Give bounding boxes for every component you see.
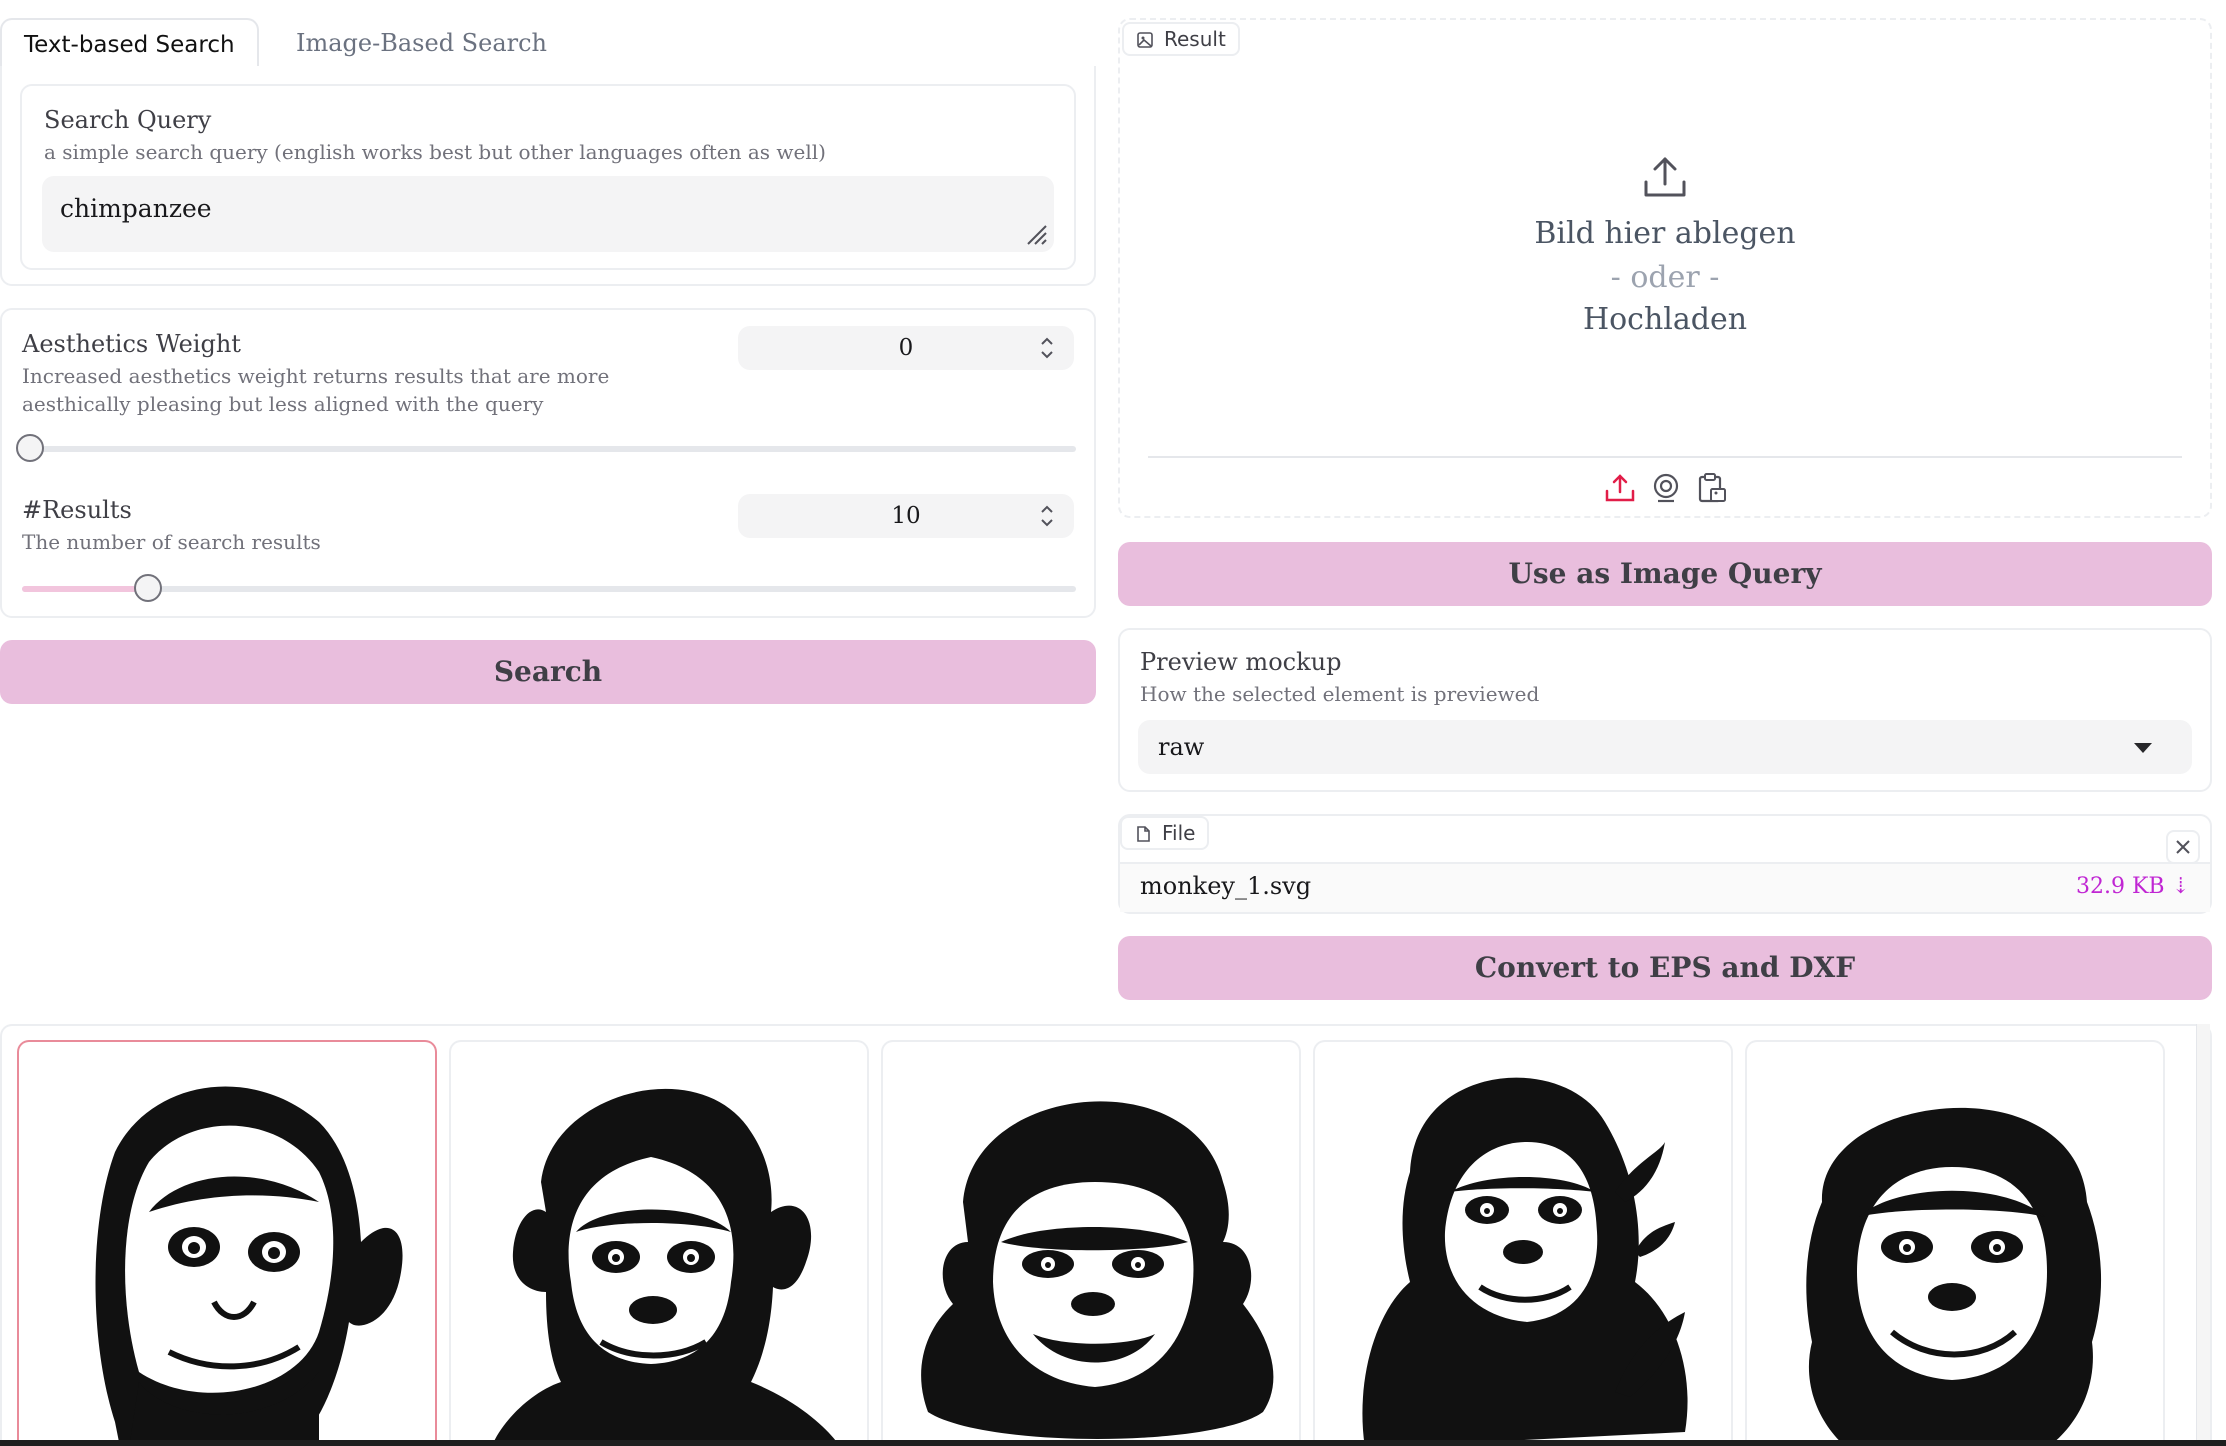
aesthetics-info: Increased aesthetics weight returns resu…	[22, 364, 610, 416]
convert-eps-dxf-button[interactable]: Convert to EPS and DXF	[1118, 936, 2212, 1000]
aesthetics-value: 0	[898, 335, 914, 361]
gallery-scrollbar[interactable]	[2196, 1024, 2210, 1446]
chimpanzee-image	[1806, 1107, 2102, 1446]
result-label: Result	[1164, 27, 1226, 51]
aesthetics-label: Aesthetics Weight	[22, 330, 241, 358]
result-upload-area[interactable]: Result Bild hier ablegen - oder - Hochla…	[1118, 18, 2212, 518]
tab-image-search[interactable]: Image-Based Search	[274, 18, 569, 68]
tab-bar: Text-based Search Image-Based Search	[0, 18, 1096, 70]
upload-source-icon[interactable]	[1604, 472, 1636, 504]
result-label-badge: Result	[1122, 22, 1240, 56]
file-label-badge: File	[1120, 816, 1210, 850]
chimpanzee-image	[491, 1088, 840, 1446]
chimpanzee-image	[1362, 1077, 1688, 1446]
results-number-input[interactable]: 10	[738, 494, 1074, 538]
results-value: 10	[891, 503, 921, 529]
gallery-item-2[interactable]	[449, 1040, 869, 1446]
search-query-info: a simple search query (english works bes…	[44, 140, 826, 164]
results-slider-thumb[interactable]	[134, 574, 163, 602]
clear-file-button[interactable]	[2166, 830, 2200, 864]
use-as-image-query-button[interactable]: Use as Image Query	[1118, 542, 2212, 606]
chevron-down-icon	[2134, 743, 2152, 753]
tab-text-search[interactable]: Text-based Search	[0, 18, 259, 70]
search-button[interactable]: Search	[0, 640, 1096, 704]
drop-text-upload[interactable]: Hochladen	[1120, 302, 2210, 337]
results-slider-fill	[22, 586, 149, 592]
gallery-item-3[interactable]	[881, 1040, 1301, 1446]
source-divider	[1148, 456, 2182, 458]
preview-dropdown[interactable]: raw	[1138, 720, 2192, 774]
close-icon	[2176, 840, 2190, 854]
preview-label: Preview mockup	[1140, 648, 1342, 676]
webcam-icon[interactable]	[1650, 472, 1682, 504]
spinner-icon[interactable]	[1040, 502, 1054, 530]
chimpanzee-image	[921, 1101, 1274, 1439]
image-icon	[1137, 32, 1153, 48]
aesthetics-number-input[interactable]: 0	[738, 326, 1074, 370]
results-info: The number of search results	[22, 530, 321, 554]
bottom-border	[0, 1440, 2226, 1446]
gallery-item-5[interactable]	[1745, 1040, 2165, 1446]
file-icon	[1137, 826, 1150, 842]
drop-text-line1: Bild hier ablegen	[1534, 216, 1796, 251]
spinner-icon[interactable]	[1040, 334, 1054, 362]
search-query-input[interactable]: chimpanzee	[42, 176, 1054, 252]
file-row: monkey_1.svg 32.9 KB ⇣	[1120, 862, 2210, 912]
results-slider[interactable]	[22, 586, 1076, 592]
resize-handle-icon[interactable]	[1024, 222, 1048, 246]
chimpanzee-image	[95, 1086, 403, 1446]
search-params-panel: Aesthetics Weight Increased aesthetics w…	[0, 308, 1096, 618]
file-label: File	[1162, 821, 1196, 845]
clipboard-icon[interactable]	[1696, 472, 1728, 504]
search-query-label: Search Query	[44, 106, 212, 134]
file-name: monkey_1.svg	[1140, 872, 1312, 900]
preview-selected-value: raw	[1158, 733, 1205, 761]
file-download-link[interactable]: 32.9 KB ⇣	[2076, 874, 2190, 899]
drop-text-or: - oder -	[1610, 260, 1720, 295]
results-label: #Results	[22, 496, 132, 524]
aesthetics-slider[interactable]	[22, 446, 1076, 452]
preview-info: How the selected element is previewed	[1140, 682, 1540, 706]
gallery-item-4[interactable]	[1313, 1040, 1733, 1446]
gallery-item-1[interactable]	[17, 1040, 437, 1446]
upload-icon	[1644, 157, 1686, 197]
aesthetics-slider-thumb[interactable]	[16, 434, 44, 462]
search-query-value: chimpanzee	[60, 194, 212, 223]
